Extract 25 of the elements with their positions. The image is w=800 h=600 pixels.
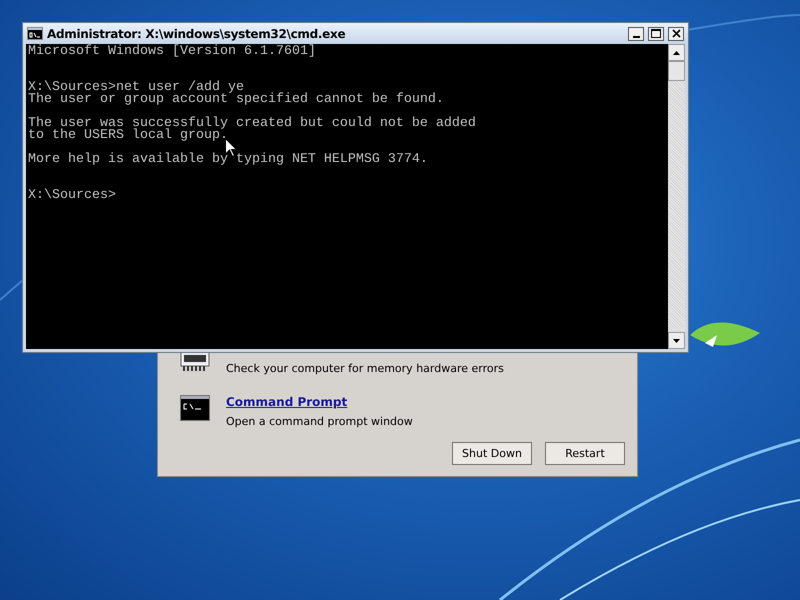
- console-icon: [27, 27, 43, 40]
- tool-description: Check your computer for memory hardware errors: [226, 362, 504, 375]
- minimize-icon: [632, 36, 640, 38]
- console-line: Microsoft Windows [Version 6.1.7601]: [28, 46, 317, 58]
- dialog-button[interactable]: Shut Down: [452, 442, 532, 465]
- close-icon: [672, 29, 680, 38]
- minimize-button[interactable]: [628, 26, 644, 40]
- console-line: to the USERS local group.: [28, 130, 229, 142]
- maximize-button[interactable]: [648, 26, 664, 40]
- console-icon: [180, 395, 210, 421]
- scroll-thumb[interactable]: [668, 61, 685, 81]
- tool-description: Open a command prompt window: [226, 415, 413, 428]
- maximize-icon: [651, 29, 661, 38]
- console-line: More help is available by typing NET HELPMSG 3774.: [28, 154, 429, 166]
- window-title: Administrator: X:\windows\system32\cmd.exe: [47, 26, 346, 40]
- tool-link[interactable]: Command Prompt: [226, 395, 413, 409]
- up-arrow-icon: [673, 50, 680, 54]
- close-button[interactable]: [668, 26, 684, 40]
- console-line: X:\Sources>: [28, 190, 117, 202]
- down-arrow-icon: [673, 338, 680, 342]
- console-line: The user or group account specified cannot be found.: [28, 94, 445, 106]
- dialog-button[interactable]: Restart: [545, 442, 625, 465]
- scroll-up-button[interactable]: [668, 44, 685, 61]
- scrollbar[interactable]: [668, 44, 685, 349]
- scroll-down-button[interactable]: [668, 332, 685, 349]
